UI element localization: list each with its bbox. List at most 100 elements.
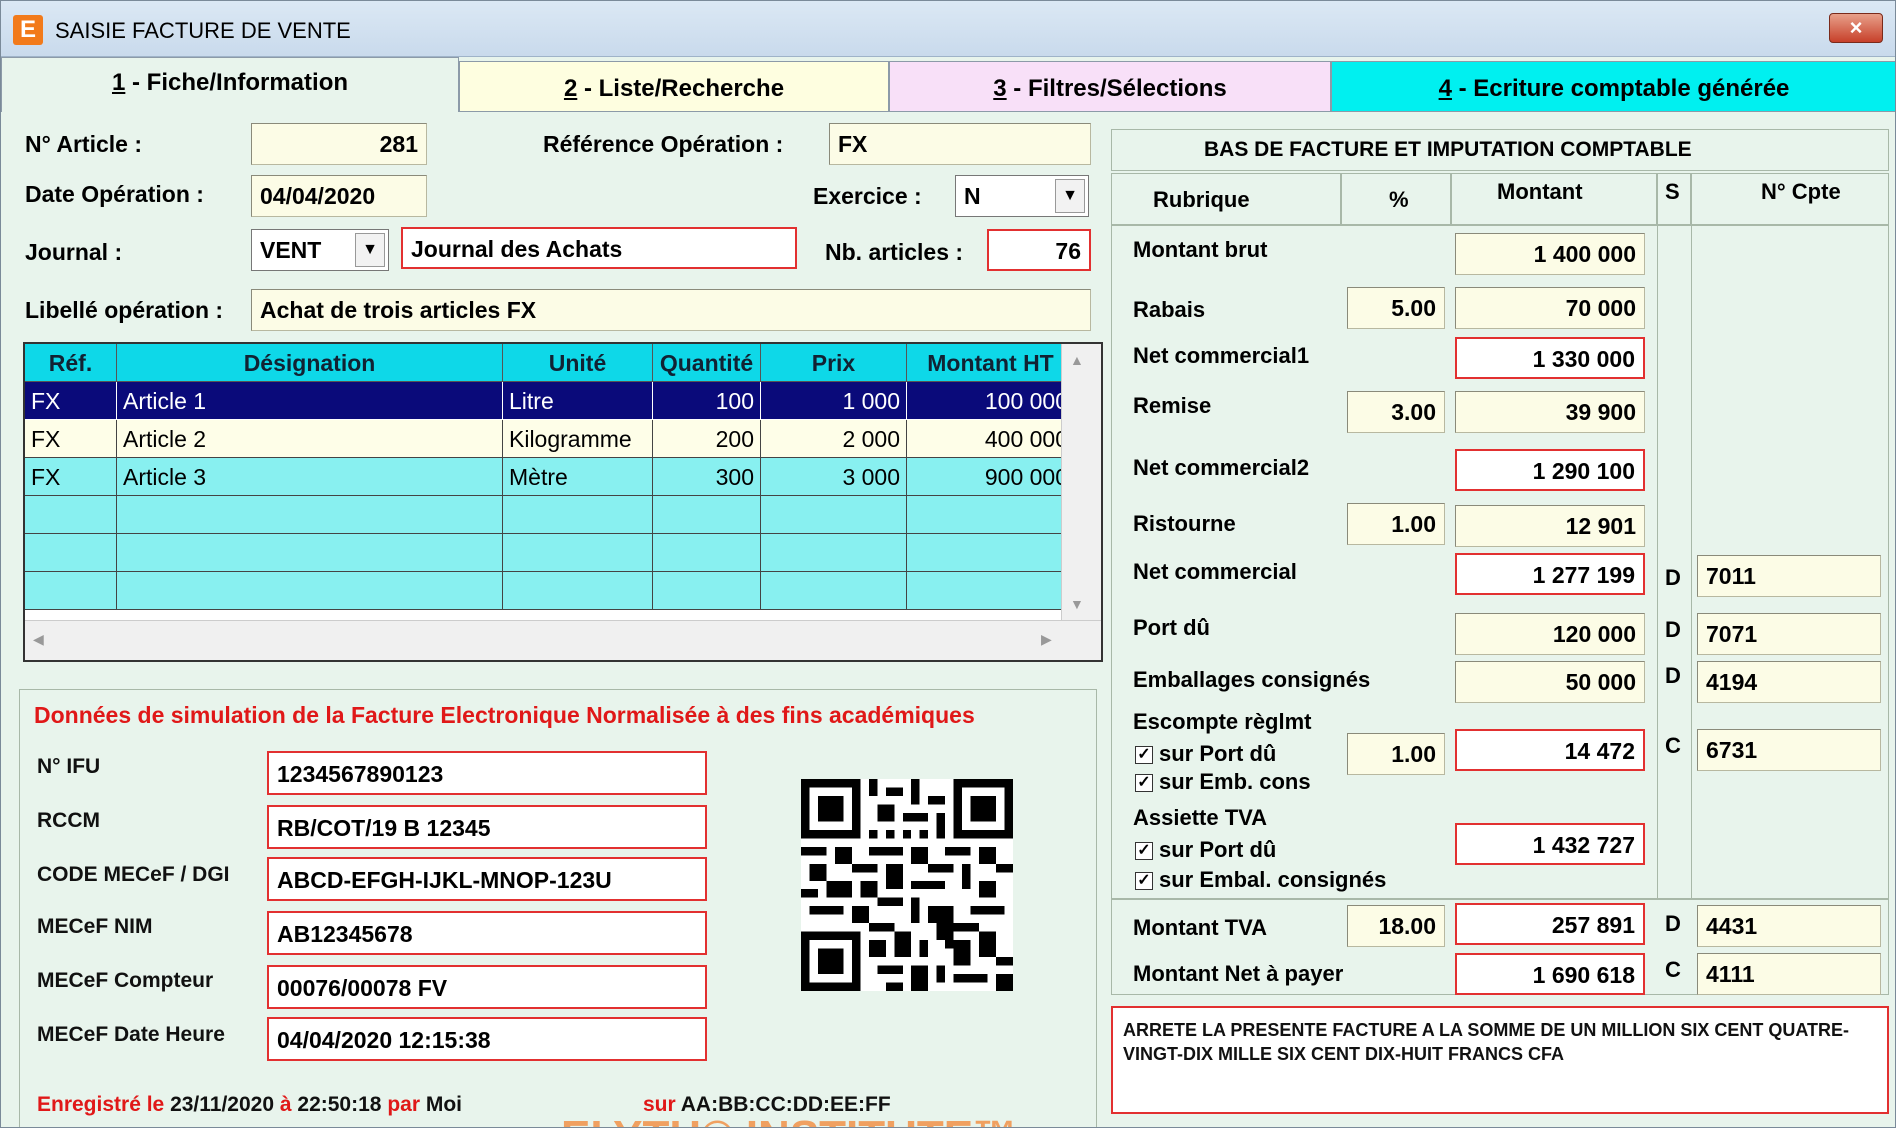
net-a-payer-compte[interactable]: 4111 xyxy=(1697,953,1881,995)
montant-tva-field: 257 891 xyxy=(1455,903,1645,945)
nb-articles-field: 76 xyxy=(987,229,1091,271)
net-commercial-compte[interactable]: 7011 xyxy=(1697,555,1881,597)
tab-liste-recherche[interactable]: 2 - Liste/Recherche xyxy=(459,61,889,112)
rubrique-header: Rubrique xyxy=(1153,187,1250,212)
bas-facture-title: BAS DE FACTURE ET IMPUTATION COMPTABLE xyxy=(1204,138,1692,161)
cell-designation: Article 3 xyxy=(117,458,503,496)
check-icon[interactable]: ✓ xyxy=(1135,774,1153,793)
table-row[interactable]: FX Article 1 Litre 100 1 000 100 000 xyxy=(25,382,1075,420)
emballages-field[interactable]: 50 000 xyxy=(1455,661,1645,703)
saved-a: à xyxy=(279,1093,292,1116)
date-operation-field[interactable]: 04/04/2020 xyxy=(251,175,427,217)
title-bar: E SAISIE FACTURE DE VENTE × xyxy=(1,1,1895,57)
table-row[interactable]: FX Article 3 Mètre 300 3 000 900 000 xyxy=(25,458,1075,496)
scroll-down-icon[interactable]: ▼ xyxy=(1070,596,1084,612)
assiette-tva-field: 1 432 727 xyxy=(1455,823,1645,865)
column-header-unite[interactable]: Unité xyxy=(503,344,653,382)
scroll-left-icon[interactable]: ◀ xyxy=(33,631,44,648)
column-header-designation[interactable]: Désignation xyxy=(117,344,503,382)
exercice-label: Exercice : xyxy=(813,183,922,209)
assiette-tva-label: Assiette TVA xyxy=(1133,805,1268,830)
saved-user: Moi xyxy=(425,1093,462,1116)
cell-quantite: 100 xyxy=(653,382,761,420)
nb-articles-label: Nb. articles : xyxy=(825,239,964,265)
tab-number: 4 xyxy=(1438,75,1452,102)
saved-prefix: Enregistré le xyxy=(37,1093,165,1116)
tab-label: - Liste/Recherche xyxy=(577,75,785,102)
assiette-port-checkbox[interactable]: ✓ sur Port dû xyxy=(1135,837,1276,863)
escompte-compte[interactable]: 6731 xyxy=(1697,729,1881,771)
check-icon[interactable]: ✓ xyxy=(1135,842,1153,861)
libelle-operation-field[interactable]: Achat de trois articles FX xyxy=(251,289,1091,331)
mecef-compteur-label: MECeF Compteur xyxy=(37,969,214,992)
tab-number: 2 xyxy=(563,75,578,102)
ristourne-pct-field[interactable]: 1.00 xyxy=(1347,503,1445,545)
tab-label: - Filtres/Sélections xyxy=(1006,75,1227,102)
code-mecef-field: ABCD-EFGH-IJKL-MNOP-123U xyxy=(267,857,707,901)
assiette-emb-checkbox[interactable]: ✓ sur Embal. consignés xyxy=(1135,867,1386,893)
remise-pct-field[interactable]: 3.00 xyxy=(1347,391,1445,433)
port-du-field[interactable]: 120 000 xyxy=(1455,613,1645,655)
cell-ref: FX xyxy=(25,382,117,420)
chevron-down-icon[interactable]: ▼ xyxy=(1055,179,1085,213)
montant-tva-label: Montant TVA xyxy=(1133,915,1268,940)
close-button[interactable]: × xyxy=(1829,13,1883,43)
tva-pct-field[interactable]: 18.00 xyxy=(1347,905,1445,947)
port-du-sens: D xyxy=(1665,617,1681,642)
check-icon[interactable]: ✓ xyxy=(1135,872,1153,891)
rabais-label: Rabais xyxy=(1133,297,1206,322)
column-header-montant-ht[interactable]: Montant HT xyxy=(907,344,1075,382)
reference-operation-field[interactable]: FX xyxy=(829,123,1091,165)
tva-sens: D xyxy=(1665,911,1681,936)
column-header-prix[interactable]: Prix xyxy=(761,344,907,382)
tab-filtres-selections[interactable]: 3 - Filtres/Sélections xyxy=(889,61,1331,112)
cell-designation: Article 2 xyxy=(117,420,503,458)
article-number-field[interactable]: 281 xyxy=(251,123,427,165)
mecef-nim-label: MECeF NIM xyxy=(37,915,153,938)
tab-ecriture-comptable[interactable]: 4 - Ecriture comptable générée xyxy=(1331,61,1895,112)
reference-operation-label: Référence Opération : xyxy=(543,131,784,157)
check-icon[interactable]: ✓ xyxy=(1135,746,1153,765)
rabais-pct-field[interactable]: 5.00 xyxy=(1347,287,1445,329)
net-commercial1-field: 1 330 000 xyxy=(1455,337,1645,379)
checkbox-label: sur Port dû xyxy=(1159,741,1277,766)
articles-grid[interactable]: Réf. Désignation Unité Quantité Prix Mon… xyxy=(23,342,1103,662)
invoice-window: E SAISIE FACTURE DE VENTE × 1 - Fiche/In… xyxy=(0,0,1896,1128)
tab-label: - Fiche/Information xyxy=(125,69,349,96)
chevron-down-icon[interactable]: ▼ xyxy=(355,233,385,267)
escompte-port-checkbox[interactable]: ✓ sur Port dû xyxy=(1135,741,1276,767)
tab-fiche-information[interactable]: 1 - Fiche/Information xyxy=(1,57,459,112)
vertical-scrollbar[interactable]: ▲ ▼ xyxy=(1061,344,1101,620)
checkbox-label: sur Port dû xyxy=(1159,837,1277,862)
cell-montant-ht: 900 000 xyxy=(907,458,1075,496)
scroll-right-icon[interactable]: ▶ xyxy=(1041,631,1052,648)
cell-unite: Litre xyxy=(503,382,653,420)
column-header-quantite[interactable]: Quantité xyxy=(653,344,761,382)
horizontal-scrollbar[interactable]: ◀ ▶ xyxy=(25,620,1101,660)
column-header-ref[interactable]: Réf. xyxy=(25,344,117,382)
cell-designation: Article 1 xyxy=(117,382,503,420)
cell-montant-ht: 400 000 xyxy=(907,420,1075,458)
escompte-montant-field: 14 472 xyxy=(1455,729,1645,771)
cell-ref: FX xyxy=(25,420,117,458)
port-du-compte[interactable]: 7071 xyxy=(1697,613,1881,655)
rccm-field: RB/COT/19 B 12345 xyxy=(267,805,707,849)
ifu-label: N° IFU xyxy=(37,755,101,778)
mecef-date-heure-field: 04/04/2020 12:15:38 xyxy=(267,1017,707,1061)
journal-name-field: Journal des Achats xyxy=(401,227,797,269)
emballages-compte[interactable]: 4194 xyxy=(1697,661,1881,703)
montant-brut-label: Montant brut xyxy=(1133,237,1268,262)
net-a-payer-sens: C xyxy=(1665,957,1681,982)
tva-compte[interactable]: 4431 xyxy=(1697,905,1881,947)
cell-prix: 3 000 xyxy=(761,458,907,496)
table-row[interactable]: FX Article 2 Kilogramme 200 2 000 400 00… xyxy=(25,420,1075,458)
escompte-pct-field[interactable]: 1.00 xyxy=(1347,733,1445,775)
date-operation-label: Date Opération : xyxy=(25,181,204,207)
escompte-emb-checkbox[interactable]: ✓ sur Emb. cons xyxy=(1135,769,1311,795)
cell-prix: 1 000 xyxy=(761,382,907,420)
montant-header: Montant xyxy=(1497,179,1583,204)
table-row-empty[interactable] xyxy=(25,496,1061,610)
scroll-up-icon[interactable]: ▲ xyxy=(1070,352,1084,368)
escompte-sens: C xyxy=(1665,733,1681,758)
tab-number: 1 xyxy=(111,69,126,96)
